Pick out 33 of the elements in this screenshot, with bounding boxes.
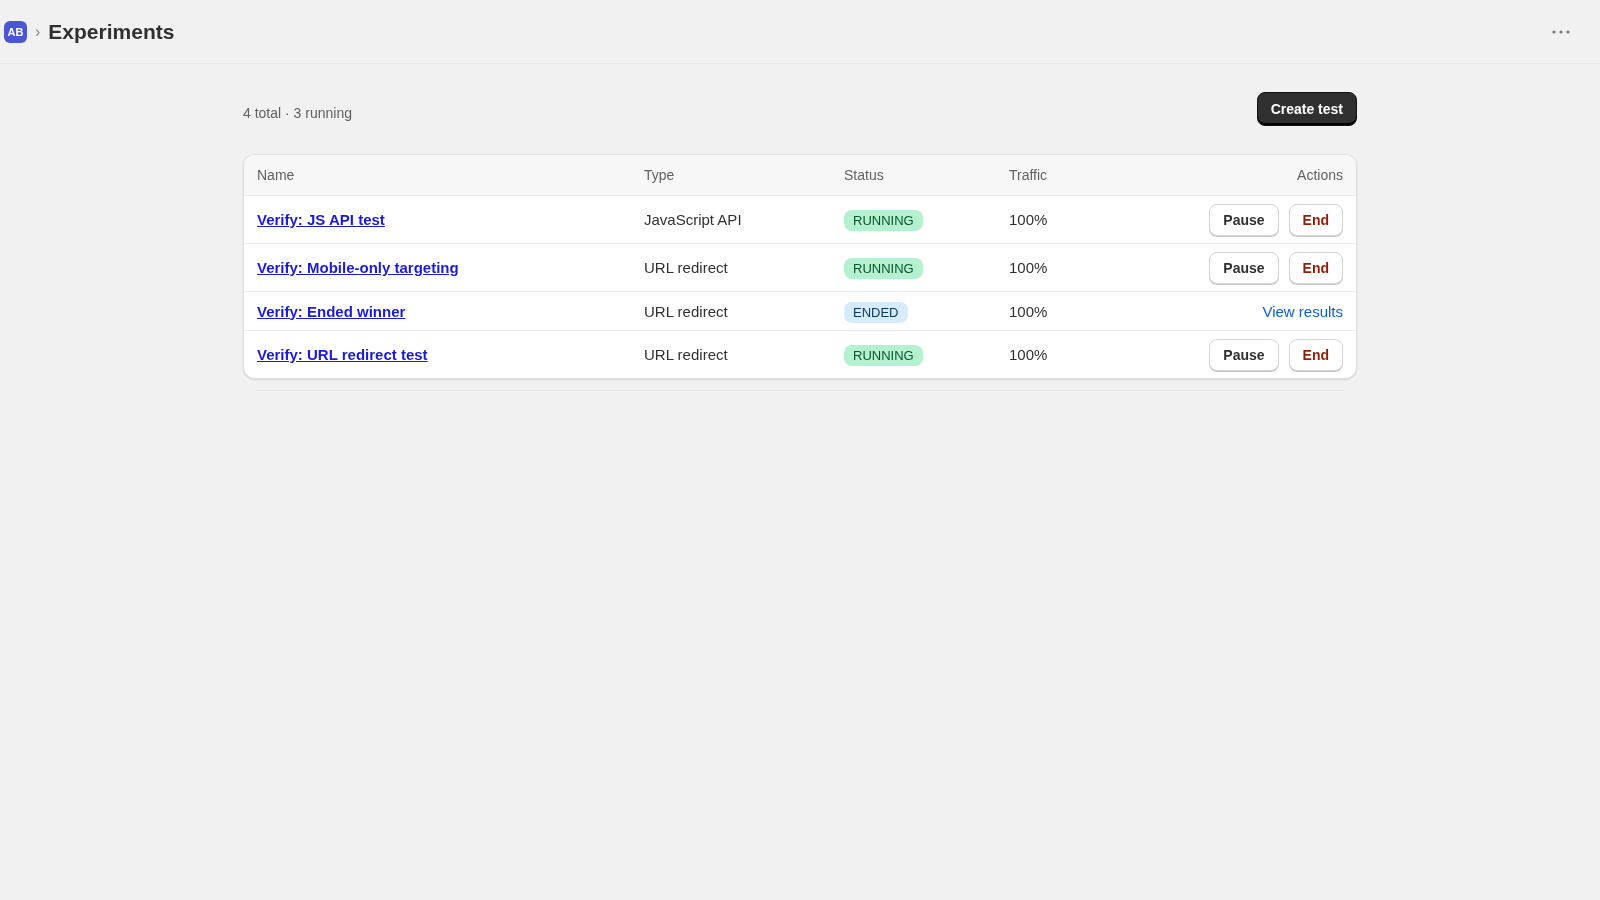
- column-header: Type: [644, 167, 676, 183]
- column-header: Status: [844, 167, 885, 183]
- traffic-cell: 100%: [1009, 302, 1048, 320]
- create-test-button[interactable]: Create test: [1256, 92, 1357, 126]
- end-button[interactable]: End: [1288, 203, 1343, 236]
- status-badge: RUNNING: [844, 345, 923, 366]
- type-cell: URL redirect: [644, 259, 728, 276]
- pause-button[interactable]: Pause: [1209, 251, 1279, 284]
- pause-button[interactable]: Pause: [1209, 338, 1279, 371]
- traffic-cell: 100%: [1009, 211, 1048, 228]
- status-badge: RUNNING: [844, 210, 923, 231]
- column-header: Traffic: [1009, 167, 1049, 183]
- app-badge[interactable]: AB: [4, 20, 27, 43]
- experiment-link[interactable]: Verify: Mobile-only targeting: [257, 259, 459, 276]
- type-cell: JavaScript API: [644, 211, 742, 228]
- breadcrumb-separator: ›: [35, 22, 41, 41]
- type-cell: URL redirect: [644, 302, 728, 320]
- view-results-link[interactable]: View results: [1262, 302, 1343, 320]
- pause-button[interactable]: Pause: [1209, 203, 1279, 236]
- experiment-link[interactable]: Verify: Ended winner: [257, 302, 406, 320]
- column-header: Name: [257, 167, 296, 183]
- end-button[interactable]: End: [1288, 338, 1343, 371]
- end-button[interactable]: End: [1288, 251, 1343, 284]
- status-badge: RUNNING: [844, 258, 923, 279]
- experiment-link[interactable]: Verify: URL redirect test: [257, 346, 428, 363]
- status-badge: ENDED: [844, 301, 908, 323]
- summary-text: 4 total · 3 running: [243, 105, 352, 121]
- experiment-link[interactable]: Verify: JS API test: [257, 211, 385, 228]
- page-title: Experiments: [48, 19, 175, 44]
- traffic-cell: 100%: [1009, 346, 1048, 363]
- traffic-cell: 100%: [1009, 259, 1048, 276]
- column-header: Actions: [1296, 167, 1343, 183]
- type-cell: URL redirect: [644, 346, 728, 363]
